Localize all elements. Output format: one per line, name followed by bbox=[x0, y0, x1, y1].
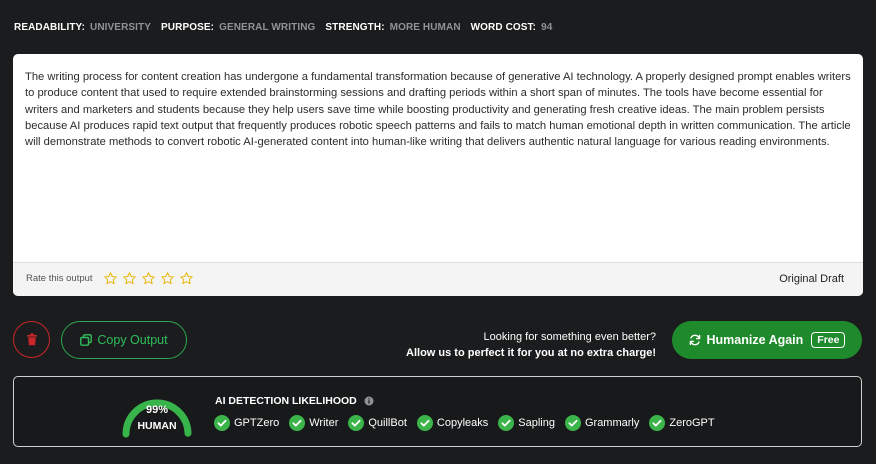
meta-value: MORE HUMAN bbox=[389, 21, 461, 33]
detector-item: QuillBot bbox=[348, 415, 407, 431]
readability-setting: READABILITY: UNIVERSITY bbox=[14, 22, 151, 33]
settings-summary: READABILITY: UNIVERSITY PURPOSE: GENERAL… bbox=[14, 20, 562, 34]
detector-item: GPTZero bbox=[214, 415, 279, 431]
star-icon[interactable] bbox=[103, 271, 118, 286]
detector-name: Writer bbox=[309, 417, 339, 429]
meta-label: PURPOSE: bbox=[161, 21, 215, 33]
delete-button[interactable] bbox=[13, 321, 50, 358]
ai-detection-panel: 99% HUMAN AI DETECTION LIKELIHOOD GPTZer… bbox=[13, 376, 862, 447]
detector-list: GPTZero Writer QuillBot Copyleaks Saplin… bbox=[214, 415, 715, 431]
detector-name: ZeroGPT bbox=[669, 417, 715, 429]
word-cost-setting: WORD COST: 94 bbox=[471, 22, 553, 33]
star-icon[interactable] bbox=[141, 271, 156, 286]
detection-title: AI DETECTION LIKELIHOOD bbox=[215, 395, 374, 407]
trash-icon bbox=[26, 333, 37, 346]
humanize-again-button[interactable]: Humanize Again Free bbox=[672, 321, 862, 359]
meta-label: WORD COST: bbox=[470, 21, 537, 33]
human-score-label: HUMAN bbox=[137, 420, 177, 432]
detector-name: Sapling bbox=[518, 417, 555, 429]
meta-value: 94 bbox=[541, 21, 553, 33]
meta-label: READABILITY: bbox=[14, 21, 86, 33]
check-circle-icon bbox=[498, 415, 515, 431]
star-icon[interactable] bbox=[122, 271, 137, 286]
check-circle-icon bbox=[564, 415, 581, 431]
star-icon[interactable] bbox=[160, 271, 175, 286]
purpose-setting: PURPOSE: GENERAL WRITING bbox=[161, 22, 315, 33]
check-circle-icon bbox=[649, 415, 666, 431]
free-badge: Free bbox=[811, 332, 846, 348]
detector-name: Copyleaks bbox=[436, 417, 489, 429]
copy-icon bbox=[80, 334, 93, 346]
detector-item: Writer bbox=[289, 415, 338, 431]
detector-item: Grammarly bbox=[564, 415, 640, 431]
detector-name: GPTZero bbox=[234, 417, 280, 429]
meta-value: GENERAL WRITING bbox=[219, 21, 316, 33]
strength-setting: STRENGTH: MORE HUMAN bbox=[325, 22, 460, 33]
detector-item: Copyleaks bbox=[416, 415, 489, 431]
output-card: The writing process for content creation… bbox=[13, 54, 863, 296]
check-circle-icon bbox=[416, 415, 433, 431]
upsell-question: Looking for something even better? bbox=[483, 331, 656, 343]
detector-item: ZeroGPT bbox=[649, 415, 715, 431]
detection-title-text: AI DETECTION LIKELIHOOD bbox=[215, 395, 357, 407]
copy-output-label: Copy Output bbox=[97, 333, 168, 347]
refresh-icon bbox=[689, 334, 700, 346]
check-circle-icon bbox=[289, 415, 306, 431]
upsell-offer: Allow us to perfect it for you at no ext… bbox=[406, 347, 656, 359]
output-footer: Rate this output Original Draft bbox=[13, 262, 863, 296]
meta-label: STRENGTH: bbox=[325, 21, 385, 33]
rating-stars bbox=[103, 271, 194, 286]
detector-name: Grammarly bbox=[584, 417, 640, 429]
copy-output-button[interactable]: Copy Output bbox=[61, 321, 187, 359]
check-circle-icon bbox=[214, 415, 230, 431]
human-score-percent: 99% bbox=[145, 404, 169, 416]
meta-value: UNIVERSITY bbox=[90, 21, 152, 33]
detector-item: Sapling bbox=[498, 415, 555, 431]
info-icon[interactable] bbox=[364, 396, 374, 406]
draft-label: Original Draft bbox=[779, 273, 844, 285]
detector-name: QuillBot bbox=[368, 417, 407, 429]
upsell-message: Looking for something even better? Allow… bbox=[406, 329, 656, 361]
humanize-again-label: Humanize Again bbox=[706, 333, 804, 347]
star-icon[interactable] bbox=[179, 271, 194, 286]
check-circle-icon bbox=[348, 415, 365, 431]
rate-label: Rate this output bbox=[26, 273, 93, 284]
output-text[interactable]: The writing process for content creation… bbox=[25, 69, 851, 150]
